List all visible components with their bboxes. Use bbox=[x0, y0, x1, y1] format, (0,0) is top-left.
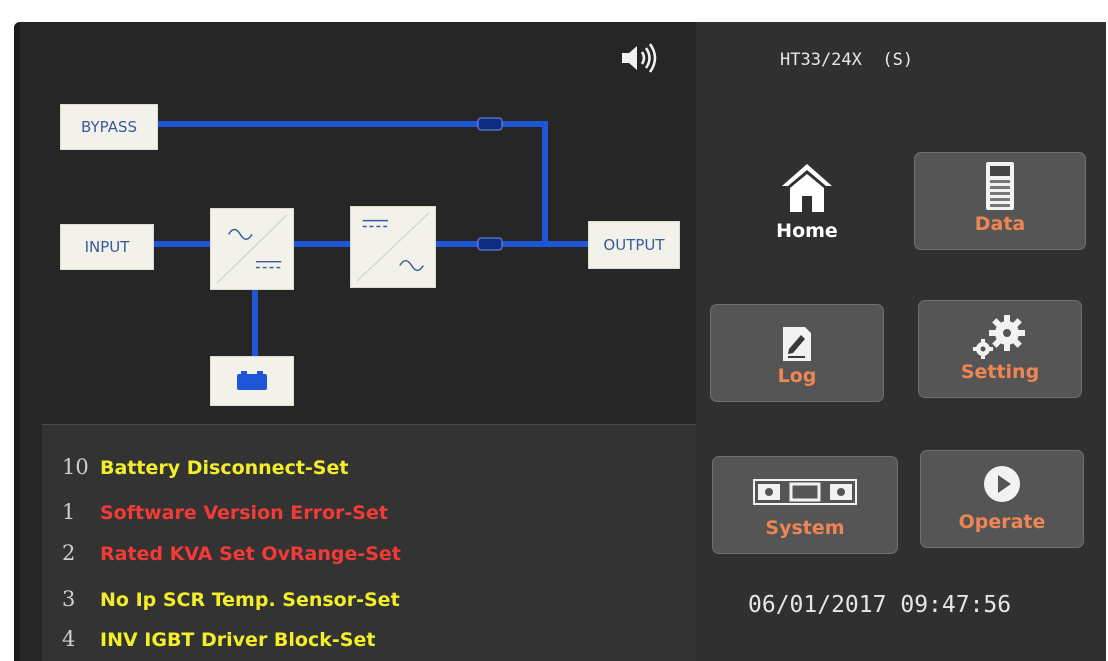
battery-block[interactable] bbox=[210, 356, 294, 406]
log-label: Log bbox=[777, 365, 817, 387]
alarm-item: 10 Battery Disconnect-Set bbox=[62, 455, 348, 479]
alarm-number: 3 bbox=[62, 587, 76, 611]
system-panel-icon bbox=[753, 479, 857, 505]
ac-to-dc-icon bbox=[216, 214, 288, 284]
alarm-text: Software Version Error-Set bbox=[100, 502, 388, 524]
input-box[interactable]: INPUT bbox=[60, 224, 154, 270]
bypass-label: BYPASS bbox=[80, 118, 138, 136]
alarm-item: 4 INV IGBT Driver Block-Set bbox=[62, 627, 375, 651]
system-button[interactable]: System bbox=[712, 456, 898, 554]
dc-to-ac-icon bbox=[356, 212, 430, 282]
alarm-number: 10 bbox=[62, 455, 89, 479]
play-icon bbox=[984, 466, 1020, 502]
home-button[interactable]: Home bbox=[752, 160, 862, 260]
battery-icon bbox=[237, 371, 267, 390]
edit-document-icon bbox=[783, 327, 811, 361]
alarm-item: 2 Rated KVA Set OvRange-Set bbox=[62, 541, 401, 565]
data-meter-icon bbox=[986, 162, 1014, 210]
output-box[interactable]: OUTPUT bbox=[588, 221, 680, 269]
operate-button[interactable]: Operate bbox=[920, 450, 1084, 548]
alarm-text: Battery Disconnect-Set bbox=[100, 457, 349, 479]
log-button[interactable]: Log bbox=[710, 304, 884, 402]
gears-icon bbox=[973, 315, 1025, 359]
alarm-number: 4 bbox=[62, 627, 76, 651]
setting-label: Setting bbox=[960, 361, 1040, 383]
date-value: 06/01/2017 bbox=[748, 592, 887, 618]
rectifier-block[interactable] bbox=[210, 208, 294, 290]
alarm-number: 2 bbox=[62, 541, 76, 565]
alarm-text: INV IGBT Driver Block-Set bbox=[100, 629, 376, 651]
setting-button[interactable]: Setting bbox=[918, 300, 1082, 398]
datetime-display: 06/01/2017 09:47:56 bbox=[748, 592, 1011, 618]
output-label: OUTPUT bbox=[603, 236, 665, 254]
operate-label: Operate bbox=[958, 511, 1046, 533]
bypass-box[interactable]: BYPASS bbox=[60, 104, 158, 150]
system-label: System bbox=[765, 517, 845, 539]
alarm-text: Rated KVA Set OvRange-Set bbox=[100, 543, 401, 565]
alarm-number: 1 bbox=[62, 500, 76, 524]
model-label: HT33/24X (S) bbox=[780, 50, 914, 70]
data-button[interactable]: Data bbox=[914, 152, 1086, 250]
output-switch bbox=[477, 237, 503, 251]
home-label: Home bbox=[776, 220, 838, 242]
speaker-volume-icon[interactable] bbox=[620, 42, 660, 74]
alarm-item: 3 No Ip SCR Temp. Sensor-Set bbox=[62, 587, 400, 611]
alarm-item: 1 Software Version Error-Set bbox=[62, 500, 388, 524]
data-label: Data bbox=[974, 213, 1026, 235]
bypass-switch bbox=[477, 117, 503, 131]
alarm-text: No Ip SCR Temp. Sensor-Set bbox=[100, 589, 400, 611]
input-label: INPUT bbox=[84, 238, 130, 256]
time-value: 09:47:56 bbox=[900, 592, 1012, 618]
inverter-block[interactable] bbox=[350, 206, 436, 288]
house-icon bbox=[782, 164, 832, 212]
